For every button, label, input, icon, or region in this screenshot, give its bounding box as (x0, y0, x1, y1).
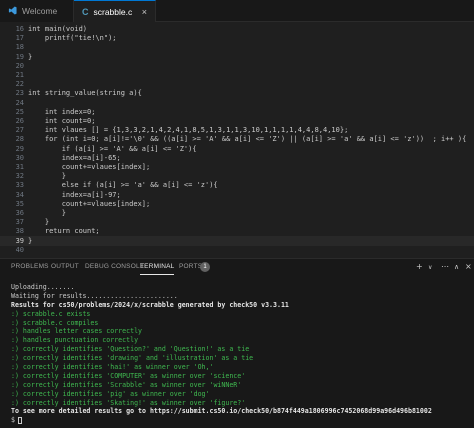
editor-tab-bar: Welcome C scrabble.c × (0, 0, 474, 22)
terminal-line: :) scrabble.c exists (11, 309, 91, 318)
line-number: 40 (15, 245, 24, 254)
panel-tabs: PROBLEMS OUTPUT DEBUG CONSOLE TERMINAL P… (0, 259, 474, 277)
terminal-line: :) handles letter cases correctly (11, 327, 143, 336)
terminal-line: Waiting for results.....................… (11, 291, 178, 300)
terminal-line: :) handles punctuation correctly (11, 336, 139, 345)
code-line: 40 (0, 245, 474, 255)
chevron-down-icon[interactable]: ∨ (428, 264, 432, 271)
terminal-prompt: $ (11, 416, 15, 425)
tab-welcome[interactable]: Welcome (0, 0, 74, 22)
tab-scrabble-c[interactable]: C scrabble.c × (74, 0, 156, 22)
terminal-line: :) correctly identifies 'drawing' and 'i… (11, 354, 254, 363)
close-icon[interactable]: × (465, 262, 472, 271)
tab-problems[interactable]: PROBLEMS (11, 263, 49, 270)
terminal-cursor (17, 416, 22, 424)
terminal-line: :) correctly identifies 'Question?' and … (11, 345, 250, 354)
terminal-line: :) correctly identifies 'Skating!' as wi… (11, 398, 246, 407)
close-icon[interactable]: × (142, 7, 147, 17)
ports-count-badge: 1 (200, 262, 210, 272)
maximize-icon[interactable]: ∧ (454, 263, 459, 271)
terminal-line: :) scrabble.c compiles (11, 318, 99, 327)
terminal-line: :) correctly identifies 'pig' as winner … (11, 389, 210, 398)
tab-output[interactable]: OUTPUT (51, 263, 79, 270)
tab-ports[interactable]: PORTS (179, 263, 202, 270)
terminal-line: :) correctly identifies 'hai!' as winner… (11, 363, 214, 372)
terminal-prompt-line[interactable]: $ (11, 416, 471, 425)
tab-debug-console[interactable]: DEBUG CONSOLE (85, 263, 144, 270)
terminal-line: Results for cs50/problems/2024/x/scrabbl… (11, 300, 289, 309)
c-file-icon: C (82, 6, 89, 17)
add-terminal-icon[interactable]: + (416, 262, 423, 271)
terminal-line: :) correctly identifies 'COMPUTER' as wi… (11, 371, 246, 380)
tab-label: scrabble.c (93, 6, 133, 17)
vscode-icon (8, 5, 17, 17)
code-editor[interactable]: 16 int main(void) 17 printf("tie!\n"); 18 19… (0, 22, 474, 258)
more-icon[interactable]: ⋯ (441, 262, 449, 271)
tab-terminal[interactable]: TERMINAL (140, 263, 175, 275)
terminal-line: Uploading....... (11, 283, 75, 291)
terminal-output[interactable]: Uploading....... Waiting for results.....… (11, 283, 471, 425)
tab-label: Welcome (22, 6, 58, 16)
terminal-line: :) correctly identifies 'Scrabble' as wi… (11, 380, 242, 389)
terminal-line: To see more detailed results go to https… (11, 407, 432, 416)
bottom-panel: PROBLEMS OUTPUT DEBUG CONSOLE TERMINAL P… (0, 258, 474, 428)
